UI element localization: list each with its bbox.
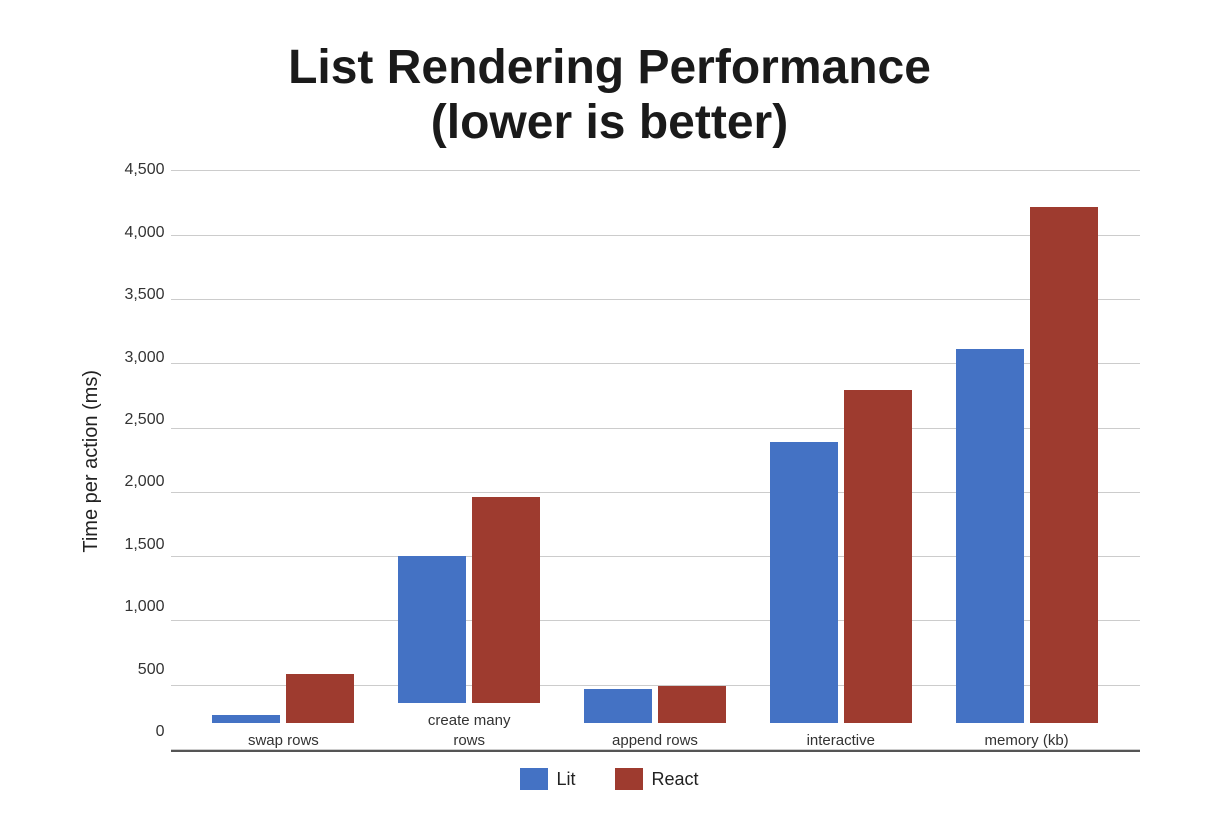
bar-react	[472, 497, 540, 703]
bar-label: append rows	[612, 731, 698, 751]
bar-react	[286, 674, 354, 723]
bar-group: create many rows	[398, 497, 540, 750]
bar-lit	[212, 715, 280, 723]
bar-pair	[770, 390, 912, 722]
title-line1: List Rendering Performance	[288, 41, 931, 94]
grid-and-bars: 4,5004,0003,5003,0002,5002,0001,5001,000…	[111, 170, 1140, 750]
y-tick: 2,500	[111, 411, 171, 429]
y-tick: 0	[111, 723, 171, 741]
title-line2: (lower is better)	[431, 96, 788, 149]
y-tick: 1,500	[111, 536, 171, 554]
bar-lit	[398, 556, 466, 703]
bar-react	[658, 686, 726, 722]
legend-react-label: React	[651, 769, 698, 790]
bar-group: interactive	[770, 390, 912, 750]
bar-label: interactive	[807, 731, 875, 751]
bar-pair	[584, 686, 726, 722]
y-tick: 4,000	[111, 224, 171, 242]
y-tick: 1,000	[111, 598, 171, 616]
bar-pair	[398, 497, 540, 703]
bar-lit	[584, 689, 652, 722]
bar-lit	[770, 442, 838, 723]
y-ticks: 4,5004,0003,5003,0002,5002,0001,5001,000…	[111, 170, 171, 750]
chart-title: List Rendering Performance (lower is bet…	[288, 40, 931, 150]
bar-label: memory (kb)	[984, 731, 1068, 751]
bar-group: memory (kb)	[956, 207, 1098, 750]
chart-container: List Rendering Performance (lower is bet…	[60, 20, 1160, 800]
y-axis-label: Time per action (ms)	[80, 170, 103, 752]
y-tick: 2,000	[111, 473, 171, 491]
bar-group: append rows	[584, 686, 726, 750]
chart-area: Time per action (ms) 4,5004,0003,5003,00…	[80, 170, 1140, 752]
bar-lit	[956, 349, 1024, 723]
legend-lit-label: Lit	[556, 769, 575, 790]
x-axis-line	[171, 750, 1140, 752]
bar-pair	[212, 674, 354, 723]
legend-lit: Lit	[520, 768, 575, 790]
bar-label: create many rows	[428, 711, 511, 750]
legend-lit-swatch	[520, 768, 548, 790]
bar-react	[1030, 207, 1098, 722]
y-tick: 500	[111, 661, 171, 679]
chart-inner: 4,5004,0003,5003,0002,5002,0001,5001,000…	[111, 170, 1140, 752]
bar-react	[844, 390, 912, 722]
y-tick: 4,500	[111, 161, 171, 179]
bar-label: swap rows	[248, 731, 319, 751]
y-tick: 3,000	[111, 349, 171, 367]
y-tick: 3,500	[111, 286, 171, 304]
bars-area: swap rows create many rows append rows inte…	[171, 170, 1140, 750]
legend: Lit React	[520, 768, 698, 790]
bar-group: swap rows	[212, 674, 354, 750]
bar-pair	[956, 207, 1098, 722]
legend-react: React	[615, 768, 698, 790]
legend-react-swatch	[615, 768, 643, 790]
